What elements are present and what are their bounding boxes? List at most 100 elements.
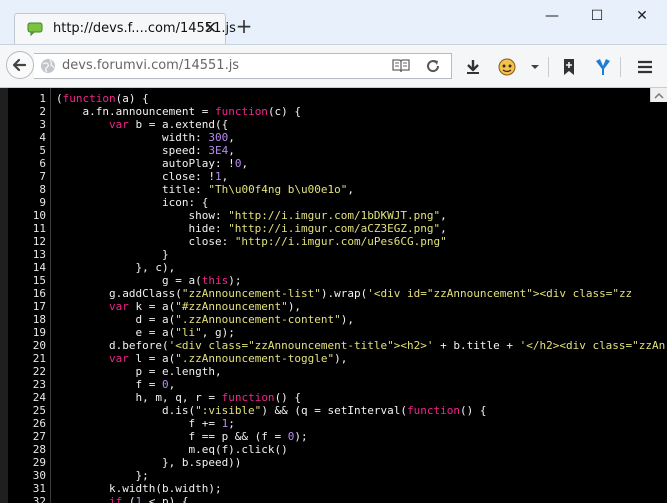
code-token: ), (287, 300, 302, 313)
scrollbar-up-arrow[interactable] (650, 88, 667, 102)
code-token: ), (334, 352, 348, 365)
code-viewer: 1 2 3 4 5 6 7 8 9 10 11 12 13 14 15 16 17 18 19 20 21 22 23 24 2… (8, 88, 667, 503)
code-line: d.before('<div class="zzAnnouncement-tit… (56, 339, 667, 352)
title-bar: http://devs.f....com/14551.js ✕ + — ☐ ✕ (0, 0, 667, 45)
code-line: }, b.speed)) (56, 456, 667, 469)
line-number: 3 (39, 118, 46, 131)
code-token: ( (122, 495, 136, 503)
code-line: h, m, q, r = function() { (56, 391, 667, 404)
address-bar[interactable]: devs.forumvi.com/14551.js (34, 53, 452, 79)
line-number: 16 (32, 287, 46, 300)
code-token: ); (294, 430, 308, 443)
line-number: 29 (32, 456, 46, 469)
code-line: var b = a.extend({ (56, 118, 667, 131)
code-token: this (201, 274, 229, 287)
line-number: 26 (32, 417, 46, 430)
url-text[interactable]: devs.forumvi.com/14551.js (62, 58, 239, 73)
code-token: function (221, 391, 275, 404)
code-line: close: "http://i.imgur.com/uPes6CG.png" (56, 235, 667, 248)
page-content: 1 2 3 4 5 6 7 8 9 10 11 12 13 14 15 16 17 18 19 20 21 22 23 24 2… (0, 88, 667, 503)
code-token: , (347, 183, 355, 196)
code-token: d.is( (56, 404, 196, 417)
code-line: d = a(".zzAnnouncement-content"), (56, 313, 667, 326)
code-line: f = 0, (56, 378, 667, 391)
code-token: , (228, 144, 235, 157)
code-line: a.fn.announcement = function(c) { (56, 105, 667, 118)
tab-close-icon[interactable]: ✕ (204, 19, 217, 37)
reload-icon[interactable] (424, 57, 442, 75)
globe-icon (41, 59, 55, 73)
line-number-gutter: 1 2 3 4 5 6 7 8 9 10 11 12 13 14 15 16 17 18 19 20 21 22 23 24 2… (8, 92, 46, 503)
code-token: , (440, 209, 447, 222)
close-window-button[interactable]: ✕ (620, 4, 664, 28)
line-number: 23 (32, 378, 46, 391)
shield-icon[interactable] (594, 58, 612, 76)
line-number: 9 (39, 196, 46, 209)
back-button[interactable] (6, 51, 34, 79)
chevron-down-icon[interactable] (529, 58, 541, 76)
browser-tab[interactable]: http://devs.f....com/14551.js ✕ (14, 13, 236, 44)
new-tab-button[interactable]: + (234, 16, 254, 37)
code-token: , (221, 170, 229, 183)
code-line: var k = a("#zzAnnouncement"), (56, 300, 667, 313)
line-number: 4 (39, 131, 46, 144)
code-token: (c) { (267, 105, 302, 118)
code-line: hide: "http://i.imgur.com/aCZ3EGZ.png", (56, 222, 667, 235)
download-icon[interactable] (464, 58, 482, 76)
line-number: 11 (32, 222, 46, 235)
line-number: 18 (32, 313, 46, 326)
code-token: ":visible" (195, 404, 262, 417)
code-token: function (62, 92, 116, 105)
code-token: f = (56, 378, 162, 391)
chevron-up-icon (654, 92, 664, 99)
code-token: show: (56, 209, 229, 222)
code-token: } (56, 248, 169, 261)
code-line: title: "Th\u00f4ng b\u00e1o", (56, 183, 667, 196)
code-token: '<div id="zzAnnouncement"><div class="zz (367, 287, 633, 300)
code-token: close: (56, 235, 235, 248)
toolbar-separator (620, 57, 621, 77)
code-token: "http://i.imgur.com/uPes6CG.png" (234, 235, 447, 248)
code-token: close: ! (56, 170, 215, 183)
minimize-button[interactable]: — (530, 4, 574, 28)
code-line: show: "http://i.imgur.com/1bDKWJT.png", (56, 209, 667, 222)
line-number: 2 (39, 105, 46, 118)
code-token: , g); (201, 326, 235, 339)
code-token: d.before( (56, 339, 169, 352)
code-token: , (228, 131, 235, 144)
code-token: "http://i.imgur.com/aCZ3EGZ.png" (228, 222, 441, 235)
line-number: 7 (39, 170, 46, 183)
toolbar-separator (548, 57, 549, 77)
code-token: ; (228, 417, 235, 430)
code-token: '</h2><div class="zzAn (519, 339, 666, 352)
back-arrow-icon (12, 58, 27, 72)
reader-view-icon[interactable] (392, 58, 410, 74)
code-line: }, c), (56, 261, 667, 274)
code-token: b = a.extend({ (128, 118, 229, 131)
line-number: 25 (32, 404, 46, 417)
code-token: "Th\u00f4ng b\u00e1o" (208, 183, 348, 196)
code-token: function (214, 105, 268, 118)
maximize-button[interactable]: ☐ (575, 4, 619, 28)
code-token: a.fn.announcement = (56, 105, 215, 118)
code-token: autoPlay: ! (56, 157, 235, 170)
code-line: speed: 3E4, (56, 144, 667, 157)
code-token: ( (56, 92, 63, 105)
code-token: 1 (214, 170, 222, 183)
code-token: ).wrap( (320, 287, 368, 300)
code-token: 0 (161, 378, 169, 391)
bookmark-icon[interactable] (560, 58, 578, 76)
code-token: k = a( (128, 300, 176, 313)
code-token: hide: (56, 222, 229, 235)
user-avatar-icon[interactable] (498, 58, 516, 76)
code-line: g.addClass("zzAnnouncement-list").wrap('… (56, 287, 667, 300)
code-token: d = a( (56, 313, 176, 326)
code-token: , (168, 378, 176, 391)
code-token: ) && (q = setInterval( (261, 404, 408, 417)
line-number: 20 (32, 339, 46, 352)
hamburger-menu-icon[interactable] (636, 58, 654, 76)
line-number: 27 (32, 430, 46, 443)
